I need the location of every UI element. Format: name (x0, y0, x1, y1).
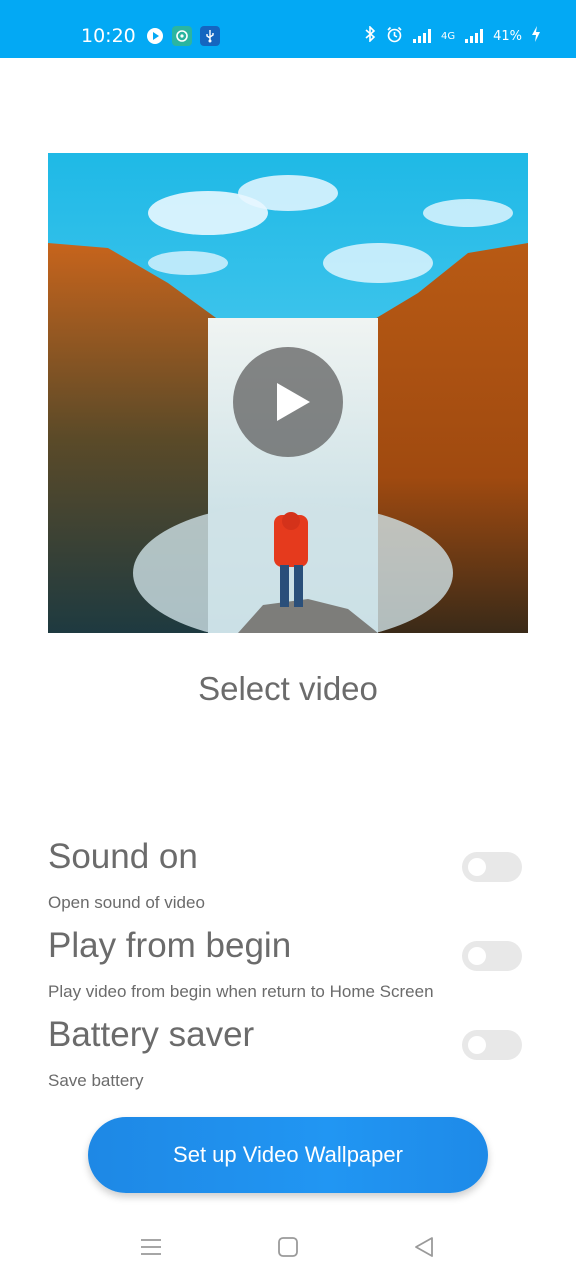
toggle-knob (468, 947, 486, 965)
play-from-begin-description: Play video from begin when return to Hom… (48, 982, 434, 1001)
network-type: 4G (440, 30, 456, 42)
home-icon[interactable] (276, 1235, 300, 1259)
set-up-video-wallpaper-button[interactable]: Set up Video Wallpaper (88, 1117, 488, 1193)
alarm-icon (386, 26, 403, 47)
play-notification-icon (145, 26, 165, 46)
bluetooth-icon (364, 25, 376, 46)
battery-level: 41% (493, 28, 522, 44)
toggle-knob (468, 858, 486, 876)
status-time: 10:20 (81, 25, 136, 47)
play-from-begin-toggle[interactable] (462, 941, 522, 971)
usb-notification-icon (200, 26, 220, 46)
battery-saver-title: Battery saver (48, 1015, 255, 1054)
navigation-bar (0, 1210, 576, 1280)
battery-charging-icon (532, 26, 540, 46)
chat-notification-icon (172, 26, 192, 46)
video-preview[interactable] (48, 153, 528, 633)
sound-on-toggle[interactable] (462, 852, 522, 882)
signal-icon-2 (465, 29, 484, 43)
sound-on-title: Sound on (48, 837, 198, 876)
status-right: 4G 41% (364, 25, 540, 47)
play-from-begin-title: Play from begin (48, 926, 292, 965)
sound-on-description: Open sound of video (48, 893, 205, 912)
battery-saver-toggle[interactable] (462, 1030, 522, 1060)
select-video-label[interactable]: Select video (0, 670, 576, 708)
signal-icon (412, 29, 431, 43)
back-icon[interactable] (412, 1235, 436, 1259)
play-button[interactable] (233, 347, 343, 457)
status-bar: 10:20 4G 41% (0, 0, 576, 58)
menu-icon[interactable] (139, 1235, 163, 1259)
toggle-knob (468, 1036, 486, 1054)
battery-saver-description: Save battery (48, 1071, 144, 1090)
